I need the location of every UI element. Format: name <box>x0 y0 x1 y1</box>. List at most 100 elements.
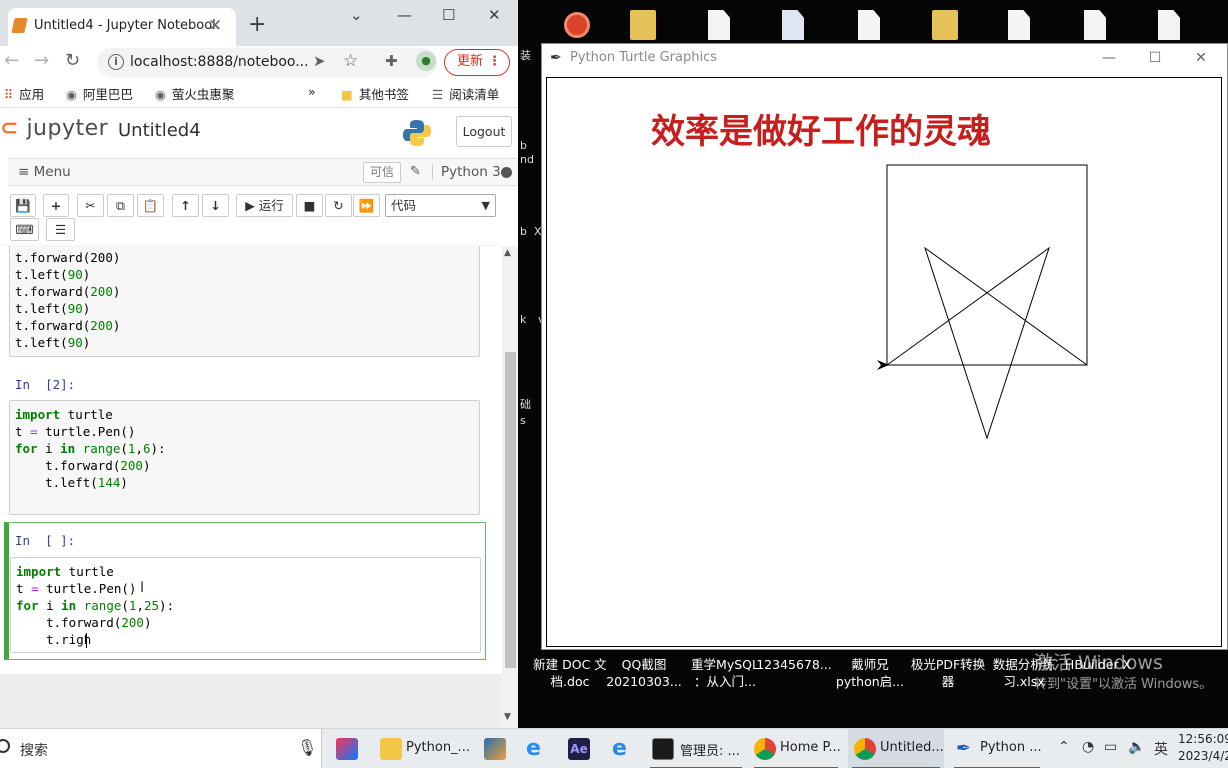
bookmarks-bar: ⠿ 应用 ◉ 阿里巴巴 ◉ 萤火虫惠聚 » ■ 其他书签 ☰ 阅读清单 <box>0 78 518 108</box>
taskbar-app-chrome-untitled[interactable]: Untitled... <box>848 729 944 768</box>
notebook-name[interactable]: Untitled4 <box>118 120 201 141</box>
desktop-icon-python-course[interactable]: 戴师兄 python启... <box>830 656 910 690</box>
selected-code-cell[interactable]: In [ ]: import turtle t = turtle.Pen() f… <box>4 522 486 660</box>
notebook-background <box>0 674 502 728</box>
taskbar-app-after-effects[interactable]: Ae <box>562 729 596 768</box>
more-menu-icon[interactable]: ⋮ <box>488 50 501 74</box>
cut-icon[interactable]: ✂ <box>77 194 104 217</box>
new-tab-button[interactable]: + <box>248 12 266 37</box>
taskbar-app-generic[interactable] <box>478 729 512 768</box>
desktop-folder-icon[interactable] <box>630 10 660 42</box>
copy-icon[interactable]: ⧉ <box>107 194 134 217</box>
turtle-titlebar[interactable]: ✒ Python Turtle Graphics — ☐ ✕ <box>542 44 1227 73</box>
maximize-button[interactable]: ☐ <box>1132 44 1178 73</box>
ime-indicator[interactable]: 英 <box>1154 739 1168 759</box>
desktop-file-icon[interactable] <box>858 10 888 42</box>
close-tab-icon[interactable]: × <box>208 15 222 35</box>
extensions-puzzle-icon[interactable]: ✚ <box>385 52 398 70</box>
edit-pencil-icon[interactable]: ✎ <box>410 164 421 179</box>
taskbar-app-ie[interactable]: e <box>606 729 640 768</box>
browser-tab[interactable]: Untitled4 - Jupyter Notebook × <box>8 8 236 46</box>
forward-arrow-icon[interactable]: → <box>34 50 49 71</box>
code-line: t = turtle.Pen() <box>15 424 136 439</box>
interrupt-icon[interactable]: ■ <box>296 194 323 217</box>
desktop-folder-icon[interactable] <box>932 10 962 42</box>
minimize-button[interactable]: — <box>397 6 412 24</box>
cell-type-select[interactable]: 代码 ▼ <box>385 194 496 217</box>
tab-search-icon[interactable]: ⌄ <box>350 6 363 24</box>
minimize-button[interactable]: — <box>1086 44 1132 73</box>
scrollbar-thumb[interactable] <box>505 352 516 668</box>
paste-icon[interactable]: 📋 <box>137 194 164 217</box>
taskbar-clock[interactable]: 12:56:09 2023/4/2 <box>1178 731 1228 765</box>
back-arrow-icon[interactable]: ← <box>4 50 19 71</box>
taskbar-app-terminal[interactable]: 管理员: ... <box>646 729 746 768</box>
close-button[interactable]: ✕ <box>488 6 501 24</box>
bookmark-star-icon[interactable]: ☆ <box>343 51 358 71</box>
save-icon[interactable]: 💾 <box>10 194 36 217</box>
bookmarks-overflow-icon[interactable]: » <box>308 84 316 99</box>
turtle-window-title: Python Turtle Graphics <box>570 50 717 65</box>
desktop-icon-numbers[interactable]: 12345678... <box>754 656 834 673</box>
bookmark-other[interactable]: ■ 其他书签 <box>341 84 409 103</box>
desktop-icon-doc[interactable]: 新建 DOC 文档.doc <box>530 656 610 690</box>
close-button[interactable]: ✕ <box>1178 44 1224 73</box>
bookmark-alibaba[interactable]: ◉ 阿里巴巴 <box>66 84 133 103</box>
microphone-icon[interactable]: 🎙 <box>297 738 317 757</box>
maximize-button[interactable]: ☐ <box>442 6 455 24</box>
turtle-canvas[interactable]: 效率是做好工作的灵魂 <box>546 77 1222 647</box>
desktop-file-icon[interactable] <box>782 10 812 42</box>
jupyter-logo[interactable]: ⊂ jupyter <box>0 116 108 141</box>
profile-avatar-icon[interactable]: ● <box>416 51 436 71</box>
desktop-file-icon[interactable] <box>708 10 738 42</box>
scroll-down-icon[interactable]: ▼ <box>504 712 511 722</box>
taskbar-app-chrome-home[interactable]: Home P... <box>750 729 842 768</box>
bookmark-reading-list[interactable]: ☰ 阅读清单 <box>432 84 499 103</box>
code-cell-input[interactable]: t.forward(200) t.left(90) t.forward(200)… <box>9 246 480 357</box>
reading-list-icon: ☰ <box>432 87 444 102</box>
code-cell-input[interactable]: import turtle t = turtle.Pen() for i in … <box>10 557 481 653</box>
battery-icon[interactable]: ▭ <box>1104 739 1117 755</box>
kernel-name[interactable]: Python 3 <box>432 164 501 180</box>
menu-button[interactable]: ≡ Menu <box>18 164 71 180</box>
move-up-icon[interactable]: ↑ <box>172 194 199 217</box>
volume-icon[interactable]: 🔈 <box>1128 739 1145 755</box>
scroll-up-icon[interactable]: ▲ <box>504 248 511 258</box>
reload-icon[interactable]: ↻ <box>65 50 80 71</box>
desktop-file-icon[interactable] <box>1008 10 1038 42</box>
restart-run-all-icon[interactable]: ⏩ <box>353 194 380 217</box>
desktop-file-icon[interactable] <box>1158 10 1188 42</box>
update-button[interactable]: 更新 ⋮ <box>444 49 510 76</box>
trusted-indicator[interactable]: 可信 <box>363 162 402 183</box>
network-icon[interactable]: ◔ <box>1082 739 1094 755</box>
run-button[interactable]: ▶ 运行 <box>236 194 293 217</box>
desktop-file-icon[interactable] <box>1084 10 1114 42</box>
after-effects-icon: Ae <box>568 738 590 760</box>
taskbar-app-intellij[interactable] <box>330 729 364 768</box>
command-palette-icon[interactable]: ☰ <box>46 218 75 241</box>
restart-icon[interactable]: ↻ <box>325 194 352 217</box>
tray-overflow-icon[interactable]: ⌃ <box>1058 739 1070 755</box>
code-cell-input[interactable]: import turtle t = turtle.Pen() for i in … <box>9 400 480 515</box>
keyboard-icon[interactable]: ⌨ <box>10 218 39 241</box>
send-icon[interactable]: ➤ <box>313 52 326 70</box>
desktop-icon-qq-screenshot[interactable]: QQ截图 20210303... <box>604 656 684 690</box>
drawn-star <box>886 246 1088 440</box>
taskbar-app-label: 管理员: ... <box>680 744 740 759</box>
taskbar-app-folder[interactable]: Python_... <box>374 729 470 768</box>
desktop-icon-pdf-converter[interactable]: 极光PDF转换器 <box>904 656 992 690</box>
globe-icon: ◉ <box>155 87 166 102</box>
move-down-icon[interactable]: ↓ <box>202 194 229 217</box>
bookmark-firefly[interactable]: ◉ 萤火虫惠聚 <box>155 84 234 103</box>
browser-toolbar: ← → ↻ i localhost:8888/noteboo... ➤ ☆ ✚ … <box>0 46 518 78</box>
code-line: t.righ <box>16 632 92 647</box>
add-cell-icon[interactable]: + <box>43 194 69 217</box>
taskbar-app-edge[interactable]: e <box>520 729 554 768</box>
logout-button[interactable]: Logout <box>456 116 512 147</box>
bookmark-apps[interactable]: ⠿ 应用 <box>4 84 44 103</box>
desktop-app-icon[interactable] <box>562 10 592 42</box>
taskbar-search[interactable]: 搜索 🎙 <box>0 729 322 768</box>
taskbar-app-python-turtle[interactable]: ✒ Python ... <box>950 729 1044 768</box>
info-icon[interactable]: i <box>108 54 124 70</box>
activation-watermark: 激活 Windows 转到"设置"以激活 Windows。 <box>1034 652 1213 692</box>
